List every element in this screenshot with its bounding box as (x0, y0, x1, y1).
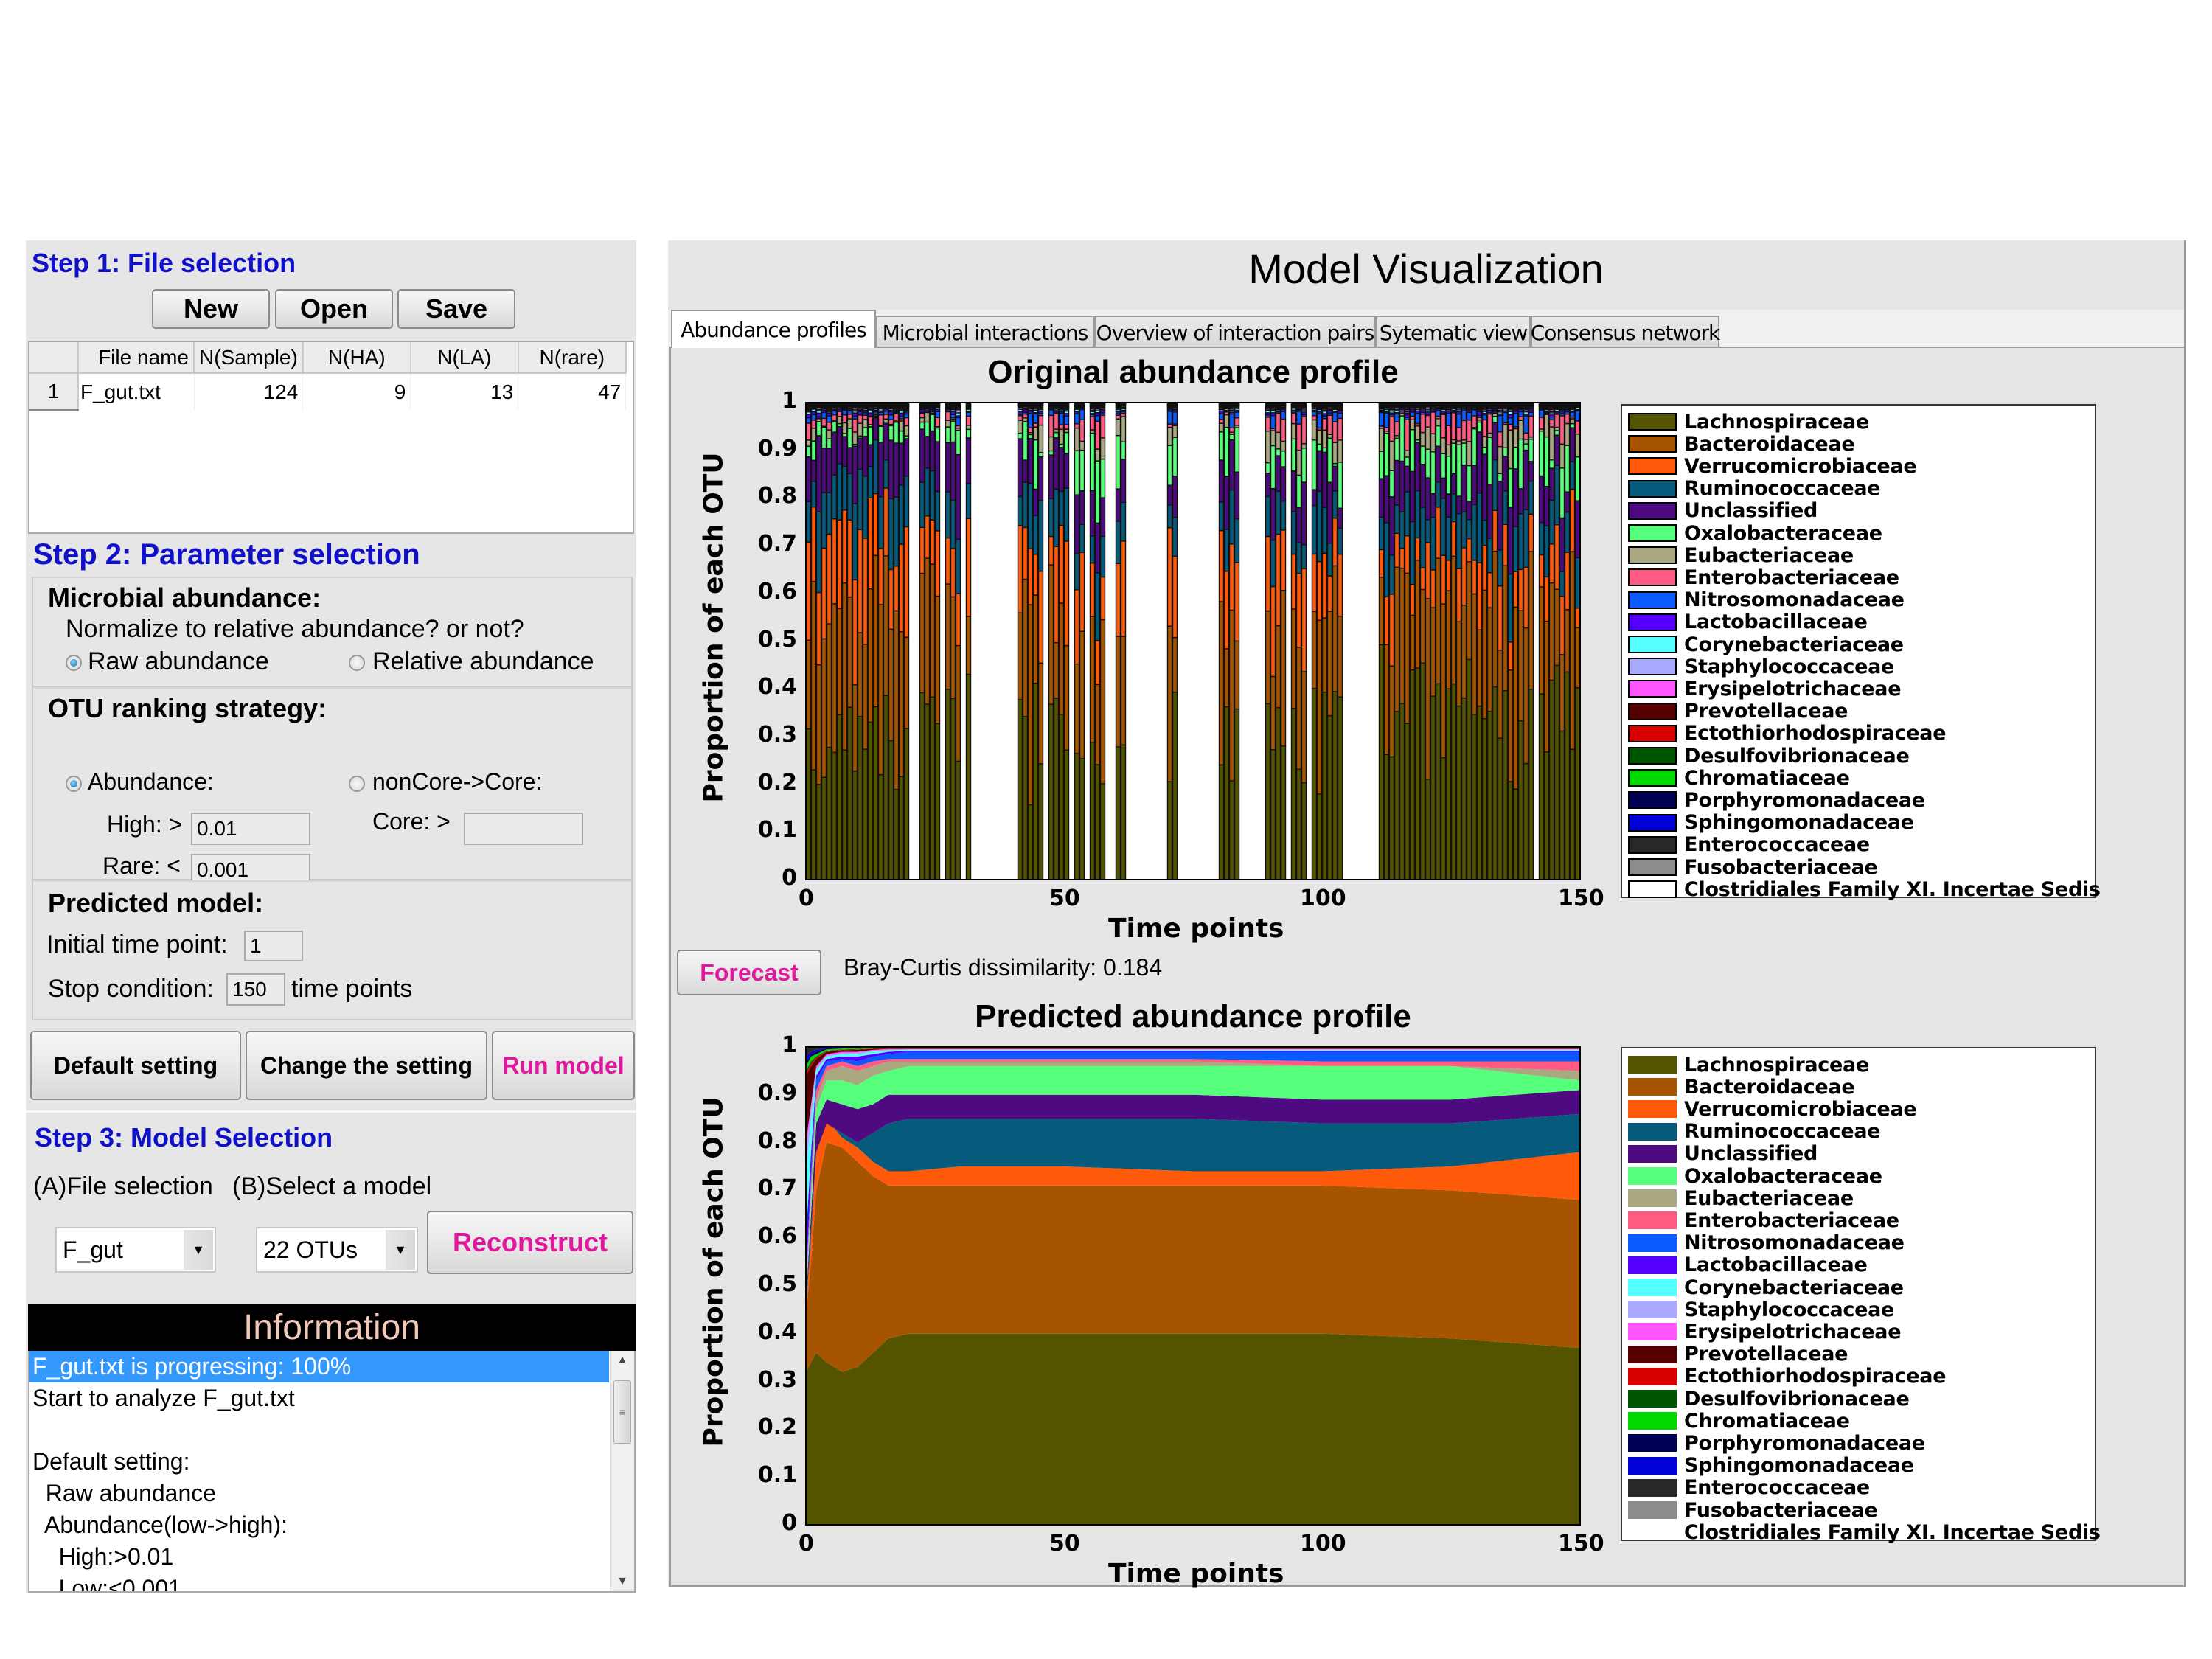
chevron-down-icon[interactable]: ▼ (386, 1230, 415, 1270)
information-line[interactable]: Start to analyze F_gut.txt (29, 1382, 609, 1414)
cell-file-name[interactable]: F_gut.txt (78, 373, 195, 410)
high-threshold-input[interactable] (191, 813, 310, 845)
core-threshold-input[interactable] (464, 813, 583, 845)
select-model-label: (B)Select a model (232, 1172, 432, 1200)
model-select-value: 22 OTUs (263, 1236, 358, 1263)
information-title: Information (243, 1307, 421, 1347)
file-select-value: F_gut (63, 1236, 123, 1263)
noncore-core-label[interactable]: nonCore->Core: (372, 768, 542, 796)
forecast-button[interactable]: Forecast (677, 950, 821, 995)
column-header-index (29, 342, 79, 374)
default-setting-button[interactable]: Default setting (30, 1031, 241, 1100)
raw-abundance-radio[interactable] (66, 655, 82, 671)
high-threshold-label: High: > (107, 811, 183, 838)
scroll-up-arrow[interactable]: ▲ (611, 1354, 634, 1367)
cell-n-sample[interactable]: 124 (194, 373, 304, 410)
model-select-dropdown[interactable]: 22 OTUs ▼ (256, 1227, 418, 1273)
stop-condition-label: Stop condition: (48, 975, 214, 1003)
noncore-core-radio[interactable] (349, 776, 365, 792)
cell-n-ha[interactable]: 9 (302, 373, 411, 410)
microbial-abundance-heading: Microbial abundance: (48, 582, 321, 613)
step2-title: Step 2: Parameter selection (33, 538, 420, 571)
tab-systematic-view[interactable]: Sytematic view (1376, 316, 1531, 348)
bray-curtis-dissimilarity: Bray-Curtis dissimilarity: 0.184 (844, 954, 1163, 981)
visualization-title: Model Visualization (1248, 246, 1604, 292)
information-log[interactable]: F_gut.txt is progressing: 100% Start to a… (28, 1351, 636, 1593)
cell-n-la[interactable]: 13 (410, 373, 519, 410)
scrollbar-thumb[interactable]: ≡ (613, 1380, 631, 1444)
column-header-n-sample[interactable]: N(Sample) (194, 342, 304, 374)
tab-overview-interaction-pairs[interactable]: Overview of interaction pairs (1094, 316, 1376, 348)
information-line[interactable] (29, 1414, 609, 1446)
table-header: File name N(Sample) N(HA) N(LA) N(rare) (29, 342, 627, 374)
visualization-panel: Model Visualization Abundance profiles M… (668, 240, 2186, 1587)
raw-abundance-label[interactable]: Raw abundance (88, 647, 269, 676)
scroll-down-arrow[interactable]: ▼ (611, 1575, 634, 1588)
row-index: 1 (29, 373, 79, 411)
stop-condition-suffix: time points (291, 975, 413, 1003)
file-select-dropdown[interactable]: F_gut ▼ (55, 1227, 216, 1273)
open-button[interactable]: Open (275, 289, 393, 329)
tab-abundance-profiles[interactable]: Abundance profiles (671, 310, 876, 348)
microbial-abundance-group: Microbial abundance: Normalize to relati… (32, 577, 633, 687)
information-lines: F_gut.txt is progressing: 100% Start to a… (29, 1351, 609, 1591)
left-control-panel: Step 1: File selection New Open Save Fil… (26, 240, 636, 1593)
rare-threshold-label: Rare: < (102, 852, 181, 879)
predicted-model-heading: Predicted model: (48, 888, 264, 918)
change-setting-button[interactable]: Change the setting (246, 1031, 487, 1100)
tab-microbial-interactions[interactable]: Microbial interactions (876, 316, 1094, 348)
divider (26, 1110, 636, 1113)
tab-consensus-network[interactable]: Consensus network (1531, 316, 1720, 348)
run-model-button[interactable]: Run model (492, 1031, 635, 1100)
chevron-down-icon[interactable]: ▼ (184, 1230, 213, 1270)
information-line[interactable]: Low:<0.001 (29, 1573, 609, 1591)
column-header-n-la[interactable]: N(LA) (410, 342, 519, 374)
stop-condition-input[interactable] (226, 973, 285, 1006)
table-row[interactable]: 1 F_gut.txt 124 9 13 47 (29, 373, 627, 411)
core-threshold-label: Core: > (372, 808, 451, 835)
cell-n-rare[interactable]: 47 (518, 373, 627, 410)
file-selection-label: (A)File selection (33, 1172, 213, 1200)
column-header-file-name[interactable]: File name (78, 342, 195, 374)
step1-title: Step 1: File selection (32, 248, 296, 278)
new-button[interactable]: New (152, 289, 270, 329)
information-line[interactable]: Raw abundance (29, 1478, 609, 1509)
otu-ranking-heading: OTU ranking strategy: (48, 693, 327, 723)
abundance-radio[interactable] (66, 776, 82, 792)
information-line[interactable]: High:>0.01 (29, 1541, 609, 1573)
information-line[interactable]: F_gut.txt is progressing: 100% (29, 1351, 609, 1382)
normalize-question: Normalize to relative abundance? or not? (66, 615, 524, 643)
predicted-model-group: Predicted model: Initial time point: Sto… (32, 880, 633, 1020)
otu-ranking-group: OTU ranking strategy: Abundance: nonCore… (32, 687, 633, 886)
information-line[interactable]: Default setting: (29, 1446, 609, 1478)
information-line[interactable]: Abundance(low->high): (29, 1509, 609, 1541)
file-table-grid: File name N(Sample) N(HA) N(LA) N(rare) … (29, 342, 627, 411)
initial-time-point-input[interactable] (244, 931, 303, 961)
relative-abundance-radio[interactable] (349, 655, 365, 671)
information-header: Information (28, 1304, 636, 1351)
reconstruct-button[interactable]: Reconstruct (427, 1211, 633, 1274)
scrollbar[interactable]: ▲ ≡ ▼ (610, 1351, 634, 1591)
column-header-n-ha[interactable]: N(HA) (302, 342, 411, 374)
abundance-label[interactable]: Abundance: (88, 768, 214, 796)
relative-abundance-label[interactable]: Relative abundance (372, 647, 594, 676)
initial-time-point-label: Initial time point: (46, 931, 228, 959)
file-table: File name N(Sample) N(HA) N(LA) N(rare) … (28, 341, 634, 534)
save-button[interactable]: Save (397, 289, 515, 329)
step3-title: Step 3: Model Selection (35, 1122, 333, 1152)
column-header-n-rare[interactable]: N(rare) (518, 342, 627, 374)
